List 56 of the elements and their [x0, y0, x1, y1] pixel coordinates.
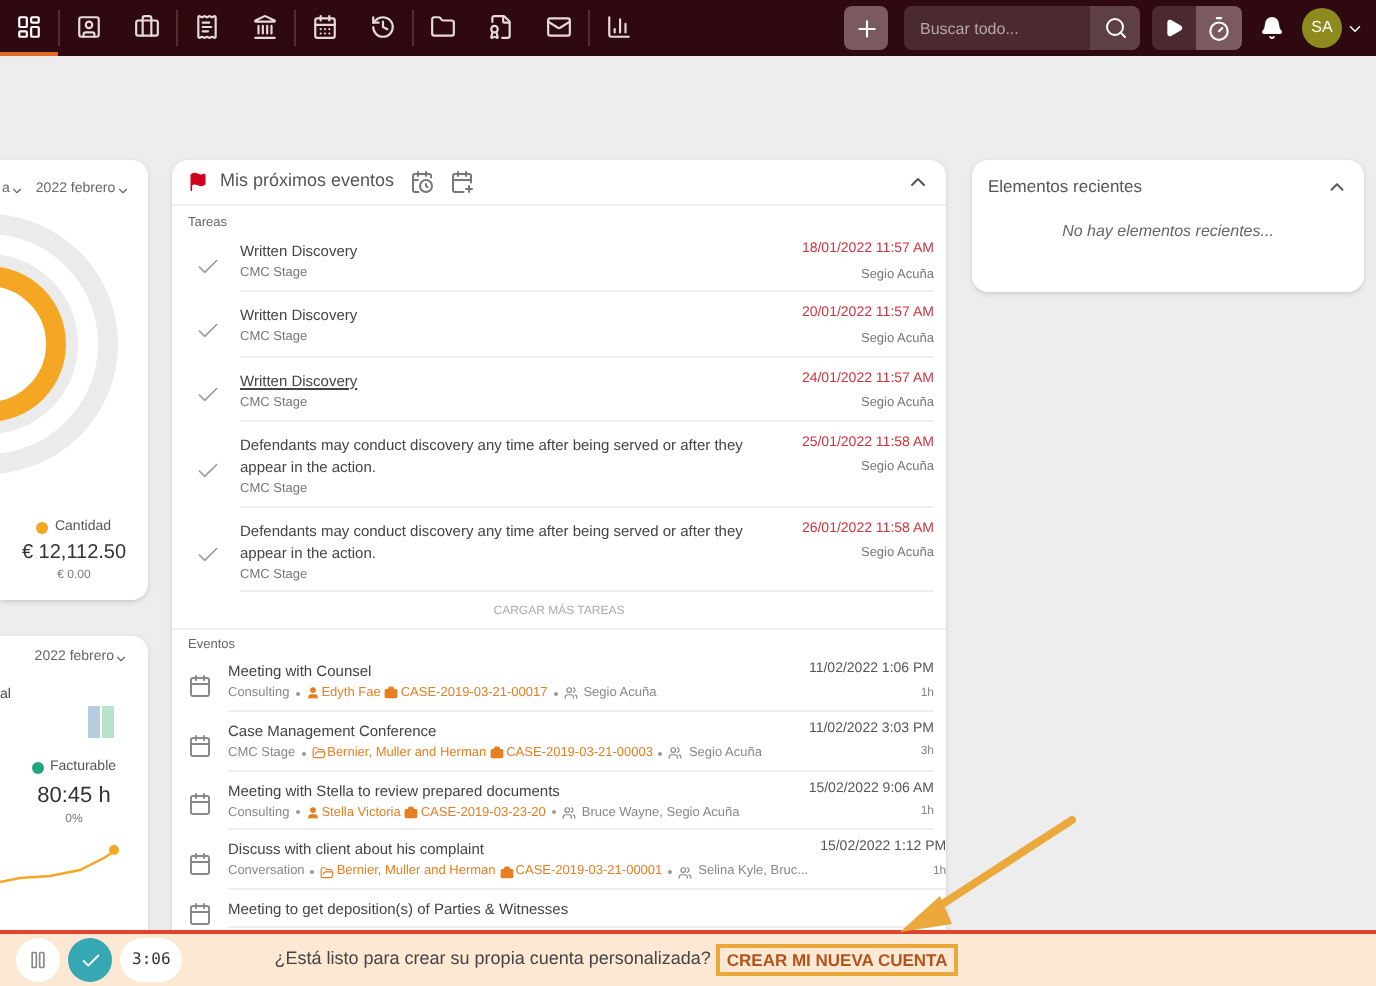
flag-icon	[188, 172, 208, 193]
caret-icon	[115, 183, 130, 198]
check-icon	[79, 949, 101, 971]
briefcase-icon	[404, 805, 419, 820]
people-icon	[563, 686, 578, 701]
calendar-plus-icon	[450, 170, 475, 195]
calendar-icon	[188, 673, 212, 698]
calendar-icon	[188, 852, 212, 877]
invoice-icon	[194, 13, 220, 39]
bar-chart-drawing	[88, 706, 116, 738]
play-icon	[1164, 18, 1184, 38]
card-title: Elementos recientes	[988, 173, 1143, 199]
create-account-button[interactable]: CREAR MI NUEVA CUENTA	[716, 944, 958, 976]
contact-card-icon	[76, 13, 102, 39]
caret-icon	[114, 651, 128, 666]
briefcase-icon	[490, 746, 505, 761]
history-icon	[370, 13, 396, 39]
empty-message: No hay elementos recientes...	[1062, 220, 1274, 244]
briefcase-icon	[134, 13, 160, 39]
mail-icon	[546, 13, 572, 39]
timer-display: 3:06	[120, 938, 183, 982]
calendar-icon	[188, 901, 212, 925]
user-avatar[interactable]: SA	[1302, 8, 1342, 48]
calendar-icon	[312, 13, 338, 39]
pause-icon	[28, 950, 48, 970]
search-icon	[1103, 16, 1127, 40]
briefcase-icon	[384, 686, 399, 701]
dashboard-icon	[16, 13, 42, 39]
card-title: Mis próximos eventos	[220, 168, 395, 195]
caret-icon	[9, 183, 24, 198]
people-icon	[678, 865, 693, 880]
hours-value: 80:45 h	[37, 781, 111, 811]
document-badge-icon	[488, 13, 514, 39]
calendar-icon	[188, 792, 212, 817]
add-event-button[interactable]	[450, 170, 475, 195]
search-button[interactable]	[1090, 6, 1140, 50]
bell-icon	[1260, 16, 1284, 40]
add-button[interactable]	[844, 6, 888, 50]
people-icon	[561, 805, 576, 820]
check-button[interactable]	[68, 938, 112, 982]
banner-question: ¿Está listo para crear su propia cuenta personalizada?	[274, 946, 711, 973]
amount-value: € 12,112.50	[21, 540, 127, 568]
folder-icon	[430, 13, 456, 39]
bar-chart-icon	[606, 13, 632, 39]
plus-icon	[853, 15, 879, 41]
add-task-button[interactable]	[410, 170, 435, 195]
people-icon	[668, 746, 683, 761]
timer-button[interactable]	[1196, 6, 1242, 50]
timer-icon	[1206, 15, 1232, 41]
pause-button[interactable]	[16, 938, 60, 982]
briefcase-icon	[499, 865, 514, 880]
bank-icon	[252, 13, 278, 39]
line-chart-drawing	[0, 842, 120, 886]
calendar-clock-icon	[410, 170, 435, 195]
search-field[interactable]: Buscar todo...	[904, 6, 1090, 50]
calendar-icon	[188, 733, 212, 758]
